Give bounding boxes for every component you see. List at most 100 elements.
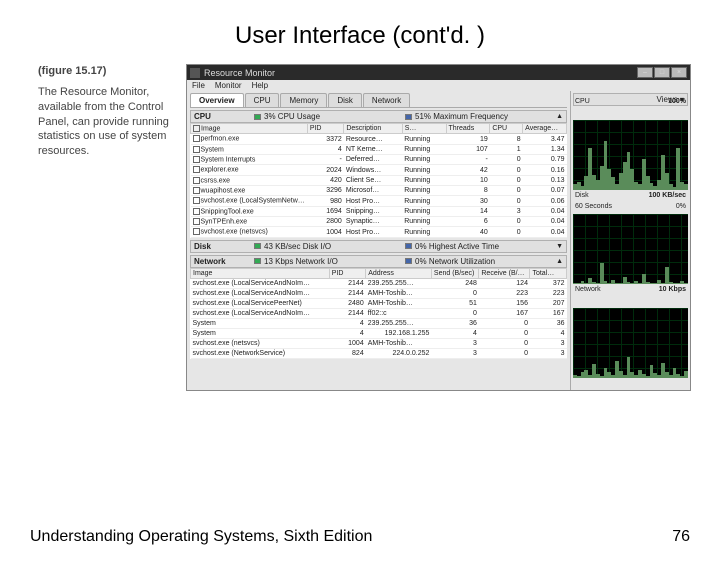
network-chart xyxy=(573,308,688,378)
checkbox-icon[interactable] xyxy=(193,187,200,194)
column-header[interactable]: Image xyxy=(191,124,308,134)
table-row[interactable]: explorer.exe2024Windows…Running4200.16 xyxy=(191,165,567,175)
cell: ff02::c xyxy=(366,308,432,318)
column-header[interactable]: Send (B/sec) xyxy=(431,268,478,278)
cell: AMH-Toshib… xyxy=(366,338,432,348)
column-header[interactable]: Address xyxy=(366,268,432,278)
checkbox-icon[interactable] xyxy=(193,146,200,153)
column-header[interactable]: S… xyxy=(402,124,446,134)
cell: 0 xyxy=(490,196,523,206)
cell: Running xyxy=(402,186,446,196)
net-util-text: 0% Network Utilization xyxy=(415,257,495,266)
tab-overview[interactable]: Overview xyxy=(190,93,244,107)
titlebar[interactable]: Resource Monitor – □ × xyxy=(187,65,690,80)
network-table[interactable]: ImagePIDAddressSend (B/sec)Receive (B/…T… xyxy=(190,268,567,359)
cell: 2800 xyxy=(307,217,344,227)
cell: 207 xyxy=(530,298,567,308)
column-header[interactable]: Total… xyxy=(530,268,567,278)
cell: Running xyxy=(402,227,446,237)
cell: 1.34 xyxy=(523,144,567,154)
cell: 0 xyxy=(431,288,478,298)
cell: 0 xyxy=(479,348,530,358)
close-button[interactable]: × xyxy=(671,67,687,78)
table-row[interactable]: svchost.exe (LocalServicePeerNet)2480AMH… xyxy=(191,298,567,308)
column-header[interactable]: Receive (B/… xyxy=(479,268,530,278)
disk-chart xyxy=(573,214,688,284)
cell: 167 xyxy=(479,308,530,318)
checkbox-icon[interactable] xyxy=(193,125,200,132)
checkbox-icon[interactable] xyxy=(193,156,200,163)
menu-file[interactable]: File xyxy=(192,81,205,90)
table-row[interactable]: wuapihost.exe3296Microsof…Running800.07 xyxy=(191,186,567,196)
checkbox-icon[interactable] xyxy=(193,166,200,173)
table-row[interactable]: svchost.exe (LocalServiceAndNoIm…2144239… xyxy=(191,278,567,288)
checkbox-icon[interactable] xyxy=(193,208,200,215)
column-header[interactable]: Threads xyxy=(446,124,490,134)
cell: NT Kerne… xyxy=(344,144,402,154)
cell: System xyxy=(191,328,330,338)
chevron-down-icon[interactable]: ▼ xyxy=(556,243,563,250)
cell: 3 xyxy=(431,348,478,358)
column-header[interactable]: CPU xyxy=(490,124,523,134)
table-row[interactable]: System4192.168.1.255404 xyxy=(191,328,567,338)
figure-caption: (figure 15.17) The Resource Monitor, ava… xyxy=(38,64,178,391)
table-row[interactable]: System4NT Kerne…Running10711.34 xyxy=(191,144,567,154)
table-row[interactable]: SynTPEnh.exe2800Synaptic…Running600.04 xyxy=(191,217,567,227)
column-header[interactable]: PID xyxy=(307,124,344,134)
disk-label: Disk xyxy=(194,242,254,251)
cell: 0.79 xyxy=(523,155,567,165)
network-chart-label: Network xyxy=(575,286,601,293)
cell: 10 xyxy=(446,175,490,185)
menubar[interactable]: File Monitor Help xyxy=(187,80,690,91)
table-row[interactable]: perfmon.exe3372Resource…Running1983.47 xyxy=(191,134,567,144)
column-header[interactable]: Average… xyxy=(523,124,567,134)
chevron-up-icon[interactable]: ▲ xyxy=(556,113,563,120)
menu-help[interactable]: Help xyxy=(252,81,268,90)
network-chart-wrap: Network 10 Kbps xyxy=(573,297,688,388)
table-row[interactable]: System Interrupts-Deferred…Running-00.79 xyxy=(191,155,567,165)
disk-section-header[interactable]: Disk 43 KB/sec Disk I/O 0% Highest Activ… xyxy=(190,240,567,253)
menu-monitor[interactable]: Monitor xyxy=(215,81,242,90)
cell: 0.04 xyxy=(523,227,567,237)
tab-memory[interactable]: Memory xyxy=(280,93,327,107)
cell: 4 xyxy=(530,328,567,338)
tab-disk[interactable]: Disk xyxy=(328,93,362,107)
chevron-up-icon[interactable]: ▲ xyxy=(556,258,563,265)
table-row[interactable]: svchost.exe (netsvcs)1004AMH-Toshib…303 xyxy=(191,338,567,348)
cell: 1 xyxy=(490,144,523,154)
column-header[interactable]: Image xyxy=(191,268,330,278)
checkbox-icon[interactable] xyxy=(193,135,200,142)
cell: - xyxy=(446,155,490,165)
cell: wuapihost.exe xyxy=(191,186,308,196)
checkbox-icon[interactable] xyxy=(193,177,200,184)
column-header[interactable]: Description xyxy=(344,124,402,134)
cell: 0.16 xyxy=(523,165,567,175)
network-chart-value: 10 Kbps xyxy=(659,286,686,293)
cell: System xyxy=(191,318,330,328)
table-row[interactable]: SnippingTool.exe1694Snipping…Running1430… xyxy=(191,206,567,216)
cell: Running xyxy=(402,144,446,154)
table-row[interactable]: csrss.exe420Client Se…Running1000.13 xyxy=(191,175,567,185)
maximize-button[interactable]: □ xyxy=(654,67,670,78)
network-section-header[interactable]: Network 13 Kbps Network I/O 0% Network U… xyxy=(190,255,567,268)
column-header[interactable]: PID xyxy=(329,268,366,278)
checkbox-icon[interactable] xyxy=(193,197,200,204)
cpu-usage-text: 3% CPU Usage xyxy=(264,112,320,121)
checkbox-icon[interactable] xyxy=(193,218,200,225)
table-row[interactable]: svchost.exe (NetworkService)824224.0.0.2… xyxy=(191,348,567,358)
table-row[interactable]: System4239.255.255…36036 xyxy=(191,318,567,328)
minimize-button[interactable]: – xyxy=(637,67,653,78)
cpu-chart-value: 100% xyxy=(668,98,686,105)
table-row[interactable]: svchost.exe (LocalServiceAndNoIm…2144ff0… xyxy=(191,308,567,318)
cell: Synaptic… xyxy=(344,217,402,227)
checkbox-icon[interactable] xyxy=(193,228,200,235)
cpu-section-header[interactable]: CPU 3% CPU Usage 51% Maximum Frequency ▲ xyxy=(190,110,567,123)
table-row[interactable]: svchost.exe (LocalServiceAndNoIm…2144AMH… xyxy=(191,288,567,298)
tab-network[interactable]: Network xyxy=(363,93,410,107)
main-pane: Overview CPU Memory Disk Network CPU 3% … xyxy=(187,91,570,390)
tab-cpu[interactable]: CPU xyxy=(245,93,280,107)
table-row[interactable]: svchost.exe (LocalSystemNetwo…980Host Pr… xyxy=(191,196,567,206)
cpu-table[interactable]: ImagePIDDescriptionS…ThreadsCPUAverage…p… xyxy=(190,123,567,238)
cell: csrss.exe xyxy=(191,175,308,185)
table-row[interactable]: svchost.exe (netsvcs)1004Host Pro…Runnin… xyxy=(191,227,567,237)
